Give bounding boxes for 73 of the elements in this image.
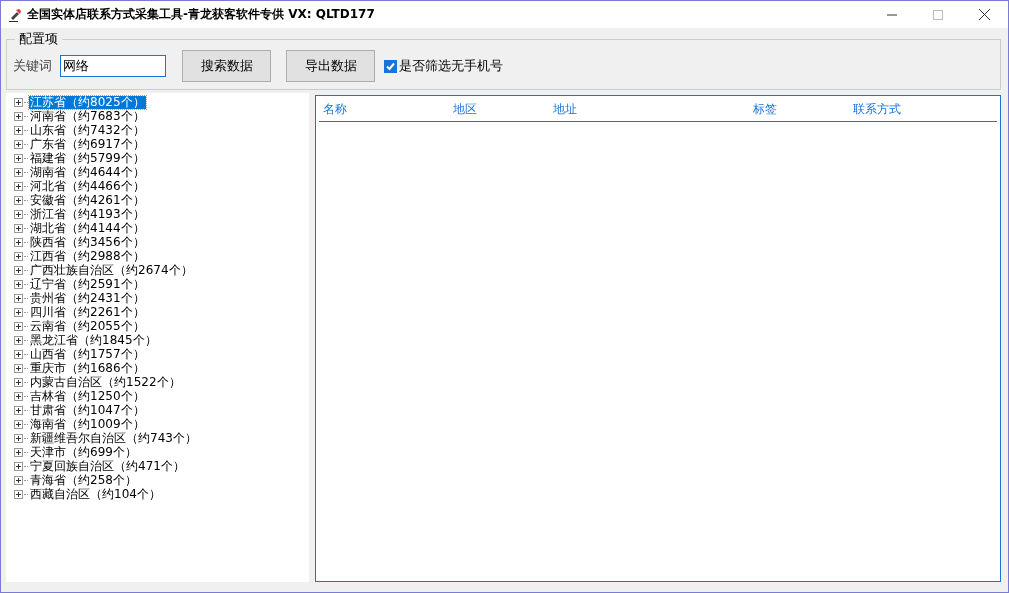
tree-item[interactable]: 重庆市（约1686个） [29, 361, 146, 375]
checkbox[interactable] [384, 59, 397, 73]
keyword-label: 关键词 [13, 57, 52, 75]
expand-icon[interactable] [14, 209, 23, 219]
tree-item[interactable]: 青海省（约258个） [29, 473, 138, 487]
tree-item[interactable]: 天津市（约699个） [29, 445, 138, 459]
column-header[interactable]: 联系方式 [853, 101, 973, 118]
tree-item[interactable]: 安徽省（约4261个） [29, 193, 146, 207]
expand-icon[interactable] [14, 391, 23, 401]
tree-item[interactable]: 西藏自治区（约104个） [29, 487, 162, 501]
expand-icon[interactable] [14, 181, 23, 191]
tree-item[interactable]: 福建省（约5799个） [29, 151, 146, 165]
tree-item[interactable]: 江西省（约2988个） [29, 249, 146, 263]
expand-icon[interactable] [14, 377, 23, 387]
column-header[interactable]: 名称 [323, 101, 453, 118]
expand-icon[interactable] [14, 475, 23, 485]
expand-icon[interactable] [14, 461, 23, 471]
tree-item[interactable]: 海南省（约1009个） [29, 417, 146, 431]
group-title: 配置项 [18, 30, 59, 48]
tree-item[interactable]: 新疆维吾尔自治区（约743个） [29, 431, 198, 445]
tree-item[interactable]: 河南省（约7683个） [29, 109, 146, 123]
expand-icon[interactable] [14, 153, 23, 163]
expand-icon[interactable] [14, 125, 23, 135]
expand-icon[interactable] [14, 265, 23, 275]
tree-item[interactable]: 黑龙江省（约1845个） [29, 333, 158, 347]
expand-icon[interactable] [14, 405, 23, 415]
action-button[interactable]: 导出数据 [286, 50, 375, 82]
tree-item[interactable]: 山东省（约7432个） [29, 123, 146, 137]
expand-icon[interactable] [14, 111, 23, 121]
expand-icon[interactable] [14, 251, 23, 261]
checkbox-label: 是否筛选无手机号 [399, 57, 503, 75]
expand-icon[interactable] [14, 97, 23, 107]
keyword-field[interactable]: 网络 [60, 55, 166, 77]
tree-item[interactable]: 辽宁省（约2591个） [29, 277, 146, 291]
close-icon[interactable] [979, 9, 990, 20]
tree-item[interactable]: 山西省（约1757个） [29, 347, 146, 361]
tree-item[interactable]: 甘肃省（约1047个） [29, 403, 146, 417]
expand-icon[interactable] [14, 279, 23, 289]
expand-icon[interactable] [14, 139, 23, 149]
tree-item[interactable]: 江苏省（约8025个） [29, 95, 146, 109]
tree-item[interactable]: 湖北省（约4144个） [29, 221, 146, 235]
tree-item[interactable]: 浙江省（约4193个） [29, 207, 146, 221]
expand-icon[interactable] [14, 419, 23, 429]
tree-item[interactable]: 宁夏回族自治区（约471个） [29, 459, 186, 473]
window-title: 全国实体店联系方式采集工具-青龙获客软件专供 VX: QLTD177 [27, 6, 375, 23]
column-header[interactable]: 地址 [553, 101, 753, 118]
tree-item[interactable]: 湖南省（约4644个） [29, 165, 146, 179]
tree-item[interactable]: 河北省（约4466个） [29, 179, 146, 193]
expand-icon[interactable] [14, 237, 23, 247]
expand-icon[interactable] [14, 447, 23, 457]
expand-icon[interactable] [14, 293, 23, 303]
tree-item[interactable]: 陕西省（约3456个） [29, 235, 146, 249]
expand-icon[interactable] [14, 433, 23, 443]
column-header[interactable]: 标签 [753, 101, 853, 118]
expand-icon[interactable] [14, 335, 23, 345]
tree-item[interactable]: 广东省（约6917个） [29, 137, 146, 151]
expand-icon[interactable] [14, 363, 23, 373]
app-icon [7, 6, 23, 23]
tree-item[interactable]: 四川省（约2261个） [29, 305, 146, 319]
expand-icon[interactable] [14, 195, 23, 205]
tree-item[interactable]: 内蒙古自治区（约1522个） [29, 375, 182, 389]
expand-icon[interactable] [14, 489, 23, 499]
tree-item[interactable]: 云南省（约2055个） [29, 319, 146, 333]
column-header[interactable]: 地区 [453, 101, 553, 118]
tree-item[interactable]: 贵州省（约2431个） [29, 291, 146, 305]
tree-item[interactable]: 广西壮族自治区（约2674个） [29, 263, 194, 277]
expand-icon[interactable] [14, 321, 23, 331]
tree-item[interactable]: 吉林省（约1250个） [29, 389, 146, 403]
expand-icon[interactable] [14, 223, 23, 233]
expand-icon[interactable] [14, 167, 23, 177]
expand-icon[interactable] [14, 307, 23, 317]
expand-icon[interactable] [14, 349, 23, 359]
action-button[interactable]: 搜索数据 [182, 50, 271, 82]
